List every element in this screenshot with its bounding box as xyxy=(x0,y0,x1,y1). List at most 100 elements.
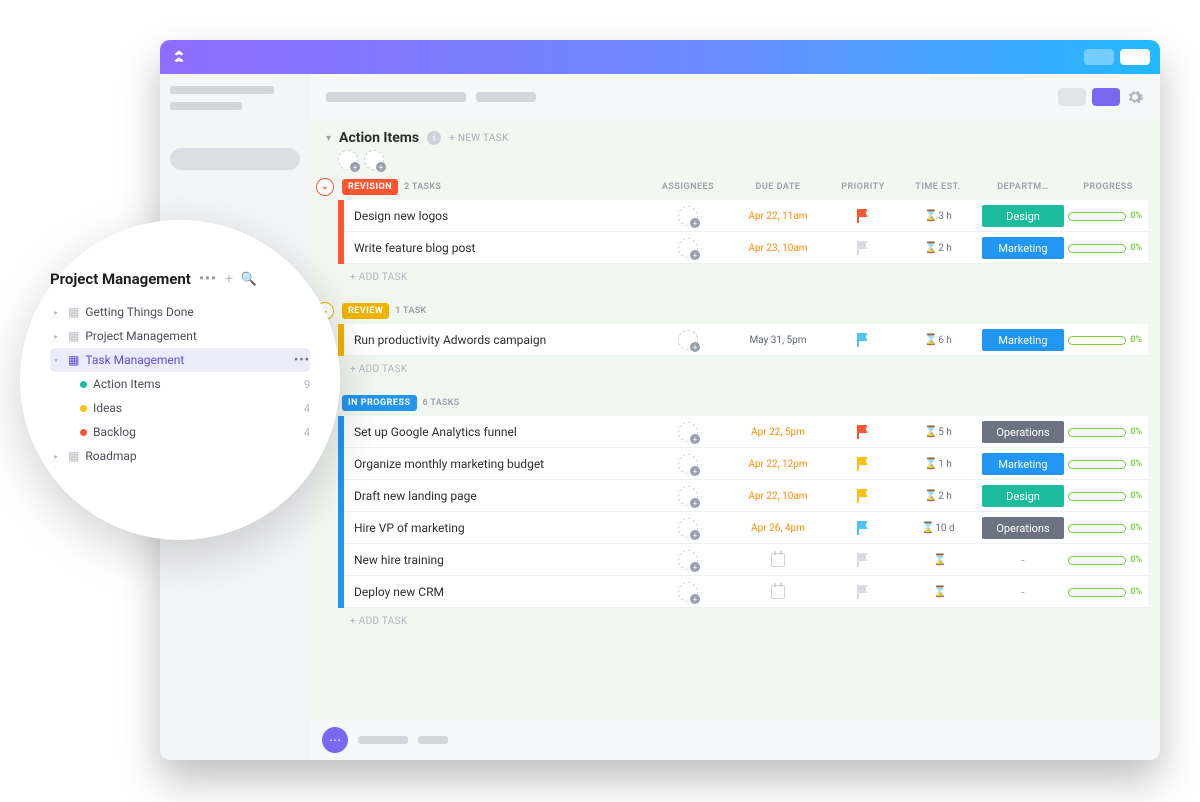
more-icon[interactable]: ••• xyxy=(294,353,310,368)
task-row[interactable]: Draft new landing page Apr 22, 10am 2 h … xyxy=(338,480,1148,512)
department-tag[interactable]: Design xyxy=(982,205,1064,227)
priority-cell[interactable] xyxy=(828,333,898,347)
department-tag[interactable]: Operations xyxy=(982,421,1064,443)
assignee-cell[interactable] xyxy=(648,206,728,226)
task-row[interactable]: Run productivity Adwords campaign May 31… xyxy=(338,324,1148,356)
priority-cell[interactable] xyxy=(828,489,898,503)
time-estimate-empty[interactable] xyxy=(898,554,978,566)
add-assignee-icon[interactable] xyxy=(678,206,698,226)
add-task-link[interactable]: + ADD TASK xyxy=(338,356,1148,382)
priority-cell[interactable] xyxy=(828,521,898,535)
department-tag[interactable]: - xyxy=(982,549,1064,571)
new-task-link[interactable]: + NEW TASK xyxy=(449,133,508,144)
time-estimate[interactable]: 1 h xyxy=(898,458,978,470)
add-assignee-icon[interactable] xyxy=(678,582,698,602)
add-assignee-icon[interactable] xyxy=(678,486,698,506)
topbar-button-2[interactable] xyxy=(1120,49,1150,65)
time-estimate[interactable]: 2 h xyxy=(898,242,978,254)
progress-cell[interactable]: 0% xyxy=(1068,523,1148,533)
task-row[interactable]: Organize monthly marketing budget Apr 22… xyxy=(338,448,1148,480)
add-task-link[interactable]: + ADD TASK xyxy=(338,608,1148,634)
department-tag[interactable]: Design xyxy=(982,485,1064,507)
assignee-cell[interactable] xyxy=(648,422,728,442)
assignee-cell[interactable] xyxy=(648,238,728,258)
task-name[interactable]: Draft new landing page xyxy=(344,489,648,503)
task-name[interactable]: Run productivity Adwords campaign xyxy=(344,333,648,347)
task-row[interactable]: Set up Google Analytics funnel Apr 22, 5… xyxy=(338,416,1148,448)
add-assignee-icon[interactable] xyxy=(678,330,698,350)
add-assignee-icon[interactable] xyxy=(678,454,698,474)
collapse-toggle-icon[interactable]: ⌄ xyxy=(316,178,334,196)
assignee-cell[interactable] xyxy=(648,330,728,350)
tree-folder-item[interactable]: ▦ Getting Things Done xyxy=(50,300,310,324)
progress-cell[interactable]: 0% xyxy=(1068,427,1148,437)
department-tag[interactable]: Operations xyxy=(982,517,1064,539)
assignee-cell[interactable] xyxy=(648,550,728,570)
view-toggle-1[interactable] xyxy=(1058,88,1086,106)
due-date[interactable]: Apr 26, 4pm xyxy=(728,523,828,534)
priority-cell[interactable] xyxy=(828,553,898,567)
task-name[interactable]: Deploy new CRM xyxy=(344,585,648,599)
tree-list-item[interactable]: Backlog 4 xyxy=(50,420,310,444)
more-icon[interactable]: ••• xyxy=(199,271,217,287)
due-date[interactable]: May 31, 5pm xyxy=(728,335,828,346)
department-tag[interactable]: Marketing xyxy=(982,329,1064,351)
search-icon[interactable]: 🔍 xyxy=(241,272,257,287)
info-icon[interactable]: i xyxy=(427,131,441,145)
add-assignee-icon[interactable] xyxy=(678,518,698,538)
progress-cell[interactable]: 0% xyxy=(1068,459,1148,469)
due-date-empty[interactable] xyxy=(728,585,828,599)
add-task-link[interactable]: + ADD TASK xyxy=(338,264,1148,290)
priority-cell[interactable] xyxy=(828,241,898,255)
due-date[interactable]: Apr 22, 10am xyxy=(728,491,828,502)
time-estimate[interactable]: 10 d xyxy=(898,522,978,534)
add-assignee-icon[interactable] xyxy=(678,550,698,570)
due-date-empty[interactable] xyxy=(728,553,828,567)
task-name[interactable]: Hire VP of marketing xyxy=(344,521,648,535)
time-estimate[interactable]: 3 h xyxy=(898,210,978,222)
assignee-cell[interactable] xyxy=(648,454,728,474)
department-tag[interactable]: Marketing xyxy=(982,453,1064,475)
topbar-button-1[interactable] xyxy=(1084,49,1114,65)
add-assignee-icon[interactable] xyxy=(678,422,698,442)
task-name[interactable]: Design new logos xyxy=(344,209,648,223)
time-estimate[interactable]: 2 h xyxy=(898,490,978,502)
progress-cell[interactable]: 0% xyxy=(1068,211,1148,221)
progress-cell[interactable]: 0% xyxy=(1068,335,1148,345)
sidebar-search[interactable] xyxy=(170,148,300,170)
progress-cell[interactable]: 0% xyxy=(1068,587,1148,597)
task-row[interactable]: Deploy new CRM - 0% xyxy=(338,576,1148,608)
department-tag[interactable]: - xyxy=(982,581,1064,603)
priority-cell[interactable] xyxy=(828,425,898,439)
tree-list-item[interactable]: Ideas 4 xyxy=(50,396,310,420)
add-tag-icon[interactable] xyxy=(338,150,358,170)
due-date[interactable]: Apr 22, 5pm xyxy=(728,427,828,438)
gear-icon[interactable] xyxy=(1126,88,1144,106)
task-name[interactable]: Set up Google Analytics funnel xyxy=(344,425,648,439)
progress-cell[interactable]: 0% xyxy=(1068,555,1148,565)
department-tag[interactable]: Marketing xyxy=(982,237,1064,259)
due-date[interactable]: Apr 22, 12pm xyxy=(728,459,828,470)
time-estimate[interactable]: 6 h xyxy=(898,334,978,346)
task-row[interactable]: Hire VP of marketing Apr 26, 4pm 10 d Op… xyxy=(338,512,1148,544)
priority-cell[interactable] xyxy=(828,209,898,223)
priority-cell[interactable] xyxy=(828,457,898,471)
tree-folder-item[interactable]: ▦ Project Management xyxy=(50,324,310,348)
tree-list-item[interactable]: Action Items 9 xyxy=(50,372,310,396)
tree-folder-item[interactable]: ▦ Task Management ••• xyxy=(50,348,310,372)
task-name[interactable]: New hire training xyxy=(344,553,648,567)
task-name[interactable]: Write feature blog post xyxy=(344,241,648,255)
tree-folder-item[interactable]: ▦ Roadmap xyxy=(50,444,310,468)
time-estimate[interactable]: 5 h xyxy=(898,426,978,438)
status-chip[interactable]: REVIEW xyxy=(342,303,389,319)
progress-cell[interactable]: 0% xyxy=(1068,491,1148,501)
task-row[interactable]: Write feature blog post Apr 23, 10am 2 h… xyxy=(338,232,1148,264)
due-date[interactable]: Apr 23, 10am xyxy=(728,243,828,254)
add-assignee-icon[interactable] xyxy=(678,238,698,258)
status-chip[interactable]: IN PROGRESS xyxy=(342,395,417,411)
collapse-caret-icon[interactable]: ▾ xyxy=(326,133,331,144)
assignee-cell[interactable] xyxy=(648,486,728,506)
task-row[interactable]: Design new logos Apr 22, 11am 3 h Design… xyxy=(338,200,1148,232)
priority-cell[interactable] xyxy=(828,585,898,599)
task-row[interactable]: New hire training - 0% xyxy=(338,544,1148,576)
